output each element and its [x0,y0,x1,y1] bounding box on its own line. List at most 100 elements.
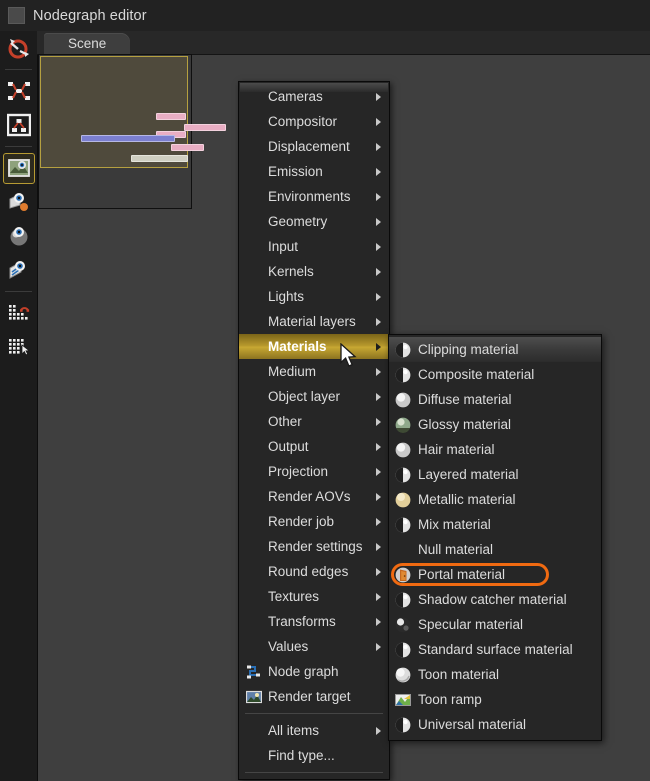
sidebar-item-magnet-grid[interactable] [0,296,37,330]
nodegraph-editor-icon [8,39,29,59]
node-graph-icon [246,664,263,681]
submenu-item-hair-material[interactable]: Hair material [389,437,601,462]
toolbar-divider-3 [5,291,32,292]
menu-item-render-aovs[interactable]: Render AOVs [239,484,389,509]
submenu-item-null-material[interactable]: Null material [389,537,601,562]
chevron-right-icon [376,592,381,601]
toolbar-divider-1 [5,69,32,70]
color-swatch-icon [8,7,25,24]
menu-item-kernels[interactable]: Kernels [239,259,389,284]
chevron-right-icon [376,117,381,126]
menu-item-node-graph[interactable]: Node graph [239,659,389,684]
submenu-item-label: Portal material [418,567,506,582]
chevron-right-icon [376,167,381,176]
submenu-item-metallic-material[interactable]: Metallic material [389,487,601,512]
menu-item-materials[interactable]: Materials [239,334,389,359]
menu-item-object-layer[interactable]: Object layer [239,384,389,409]
half-sphere-icon [395,642,411,657]
submenu-item-specular-material[interactable]: Specular material [389,612,601,637]
graph-node[interactable] [156,113,186,120]
render-target-icon [245,690,263,703]
sidebar-item-node-inspector[interactable] [0,74,37,108]
menu-item-environments[interactable]: Environments [239,184,389,209]
sidebar-item-material-preview[interactable] [0,185,37,219]
half-sphere-icon [395,367,411,383]
submenu-item-diffuse-material[interactable]: Diffuse material [389,387,601,412]
menu-item-label: Geometry [268,214,328,229]
specular-sphere-icon [395,617,411,632]
sidebar-item-nodegraph-editor[interactable] [0,31,37,65]
menu-item-output[interactable]: Output [239,434,389,459]
menu-item-medium[interactable]: Medium [239,359,389,384]
chevron-right-icon [376,317,381,326]
menu-item-emission[interactable]: Emission [239,159,389,184]
menu-item-values[interactable]: Values [239,634,389,659]
menu-item-other[interactable]: Other [239,409,389,434]
menu-item-input[interactable]: Input [239,234,389,259]
nodegraph-preview-panel[interactable] [38,54,226,209]
chevron-right-icon [376,417,381,426]
submenu-item-label: Glossy material [418,417,512,432]
menu-item-displacement[interactable]: Displacement [239,134,389,159]
sidebar-item-grid-select[interactable] [0,330,37,364]
submenu-item-label: Clipping material [418,342,519,357]
menu-item-find-type[interactable]: Find type... [239,743,389,768]
sidebar-item-sphere-preview[interactable] [0,219,37,253]
menu-item-transforms[interactable]: Transforms [239,609,389,634]
menu-item-render-target[interactable]: Render target [239,684,389,709]
sidebar-item-render-viewport[interactable] [0,151,37,185]
half-sphere-icon [395,467,411,482]
graph-node[interactable] [131,155,188,162]
menu-item-label: Medium [268,364,317,379]
submenu-item-label: Metallic material [418,492,516,507]
chevron-right-icon [376,517,381,526]
toon-sphere-icon [395,667,411,682]
chevron-right-icon [376,142,381,151]
graph-node[interactable] [171,144,204,151]
chevron-right-icon [376,442,381,451]
menu-item-material-layers[interactable]: Material layers [239,309,389,334]
tab-scene[interactable]: Scene [44,33,131,54]
nodegraph-canvas[interactable] [40,56,226,168]
chevron-right-icon [376,192,381,201]
menu-item-projection[interactable]: Projection [239,459,389,484]
menu-item-compositor[interactable]: Compositor [239,109,389,134]
menu-item-cameras[interactable]: Cameras [239,84,389,109]
material-preview-icon [9,193,28,211]
menu-item-all-items[interactable]: All items [239,718,389,743]
menu-item-textures[interactable]: Textures [239,584,389,609]
menu-item-render-settings[interactable]: Render settings [239,534,389,559]
half-sphere-icon [395,517,411,533]
tab-bar: Scene [37,31,650,55]
submenu-item-composite-material[interactable]: Composite material [389,362,601,387]
chevron-right-icon [376,292,381,301]
chevron-right-icon [376,342,381,351]
graph-node[interactable] [81,135,175,142]
half-sphere-icon [395,467,411,483]
submenu-item-standard-surface-material[interactable]: Standard surface material [389,637,601,662]
submenu-item-toon-material[interactable]: Toon material [389,662,601,687]
submenu-item-clipping-material[interactable]: Clipping material [389,337,601,362]
submenu-item-layered-material[interactable]: Layered material [389,462,601,487]
submenu-item-label: Toon material [418,667,500,682]
submenu-item-glossy-material[interactable]: Glossy material [389,412,601,437]
submenu-item-toon-ramp[interactable]: Toon ramp [389,687,601,712]
menu-item-label: Render job [268,514,335,529]
specular-sphere-icon [395,617,411,633]
menu-item-geometry[interactable]: Geometry [239,209,389,234]
menu-item-lights[interactable]: Lights [239,284,389,309]
graph-node[interactable] [184,124,226,131]
submenu-item-portal-material[interactable]: Portal material [389,562,601,587]
sidebar-item-node-tree[interactable] [0,108,37,142]
half-sphere-icon [395,717,411,732]
menu-item-round-edges[interactable]: Round edges [239,559,389,584]
chevron-right-icon [376,726,381,735]
menu-item-render-job[interactable]: Render job [239,509,389,534]
half-sphere-icon [395,367,411,382]
sidebar-item-texture-preview[interactable] [0,253,37,287]
submenu-item-shadow-catcher-material[interactable]: Shadow catcher material [389,587,601,612]
menu-item-label: Render settings [268,539,363,554]
submenu-item-universal-material[interactable]: Universal material [389,712,601,737]
toon-ramp-icon [395,693,411,706]
submenu-item-mix-material[interactable]: Mix material [389,512,601,537]
